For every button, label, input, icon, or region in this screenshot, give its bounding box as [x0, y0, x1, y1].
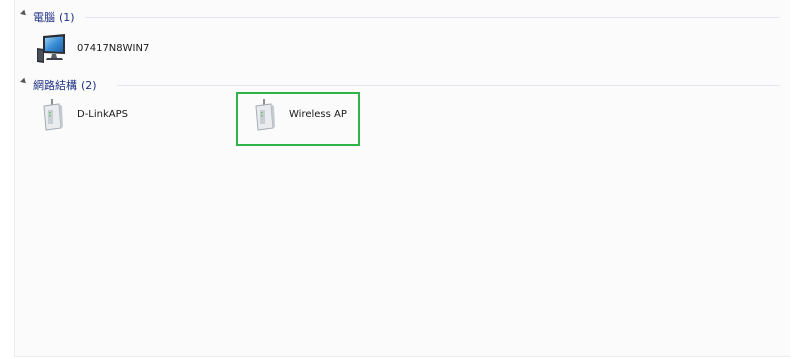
group-title-text: 網路結構 — [33, 79, 77, 92]
network-item-d-linkaps[interactable]: D-LinkAPS — [29, 96, 189, 136]
router-icon — [247, 98, 281, 132]
group-divider — [85, 17, 780, 18]
network-item-07417n8win7[interactable]: 07417N8WIN7 — [29, 30, 189, 70]
router-icon — [35, 98, 69, 132]
group-header-computer[interactable]: 電腦 (1) — [15, 6, 790, 26]
item-label: Wireless AP — [289, 109, 347, 120]
collapse-arrow-icon[interactable] — [20, 9, 28, 18]
item-label: D-LinkAPS — [77, 109, 129, 120]
group-count: (2) — [81, 79, 97, 92]
group-title-text: 電腦 — [33, 11, 55, 24]
network-item-wireless-ap[interactable]: Wireless AP — [241, 96, 371, 136]
item-label: 07417N8WIN7 — [77, 43, 150, 54]
computer-icon — [35, 32, 69, 66]
group-title-network-infrastructure: 網路結構 (2) — [33, 77, 97, 93]
group-header-network-infrastructure[interactable]: 網路結構 (2) — [15, 74, 790, 94]
group-divider — [117, 85, 780, 86]
group-title-computer: 電腦 (1) — [33, 9, 75, 25]
group-count: (1) — [59, 11, 75, 24]
network-explorer-pane: 電腦 (1) 07417N8WIN7 網路結構 (2) D-LinkAPS Wi… — [14, 0, 790, 357]
collapse-arrow-icon[interactable] — [20, 77, 28, 86]
